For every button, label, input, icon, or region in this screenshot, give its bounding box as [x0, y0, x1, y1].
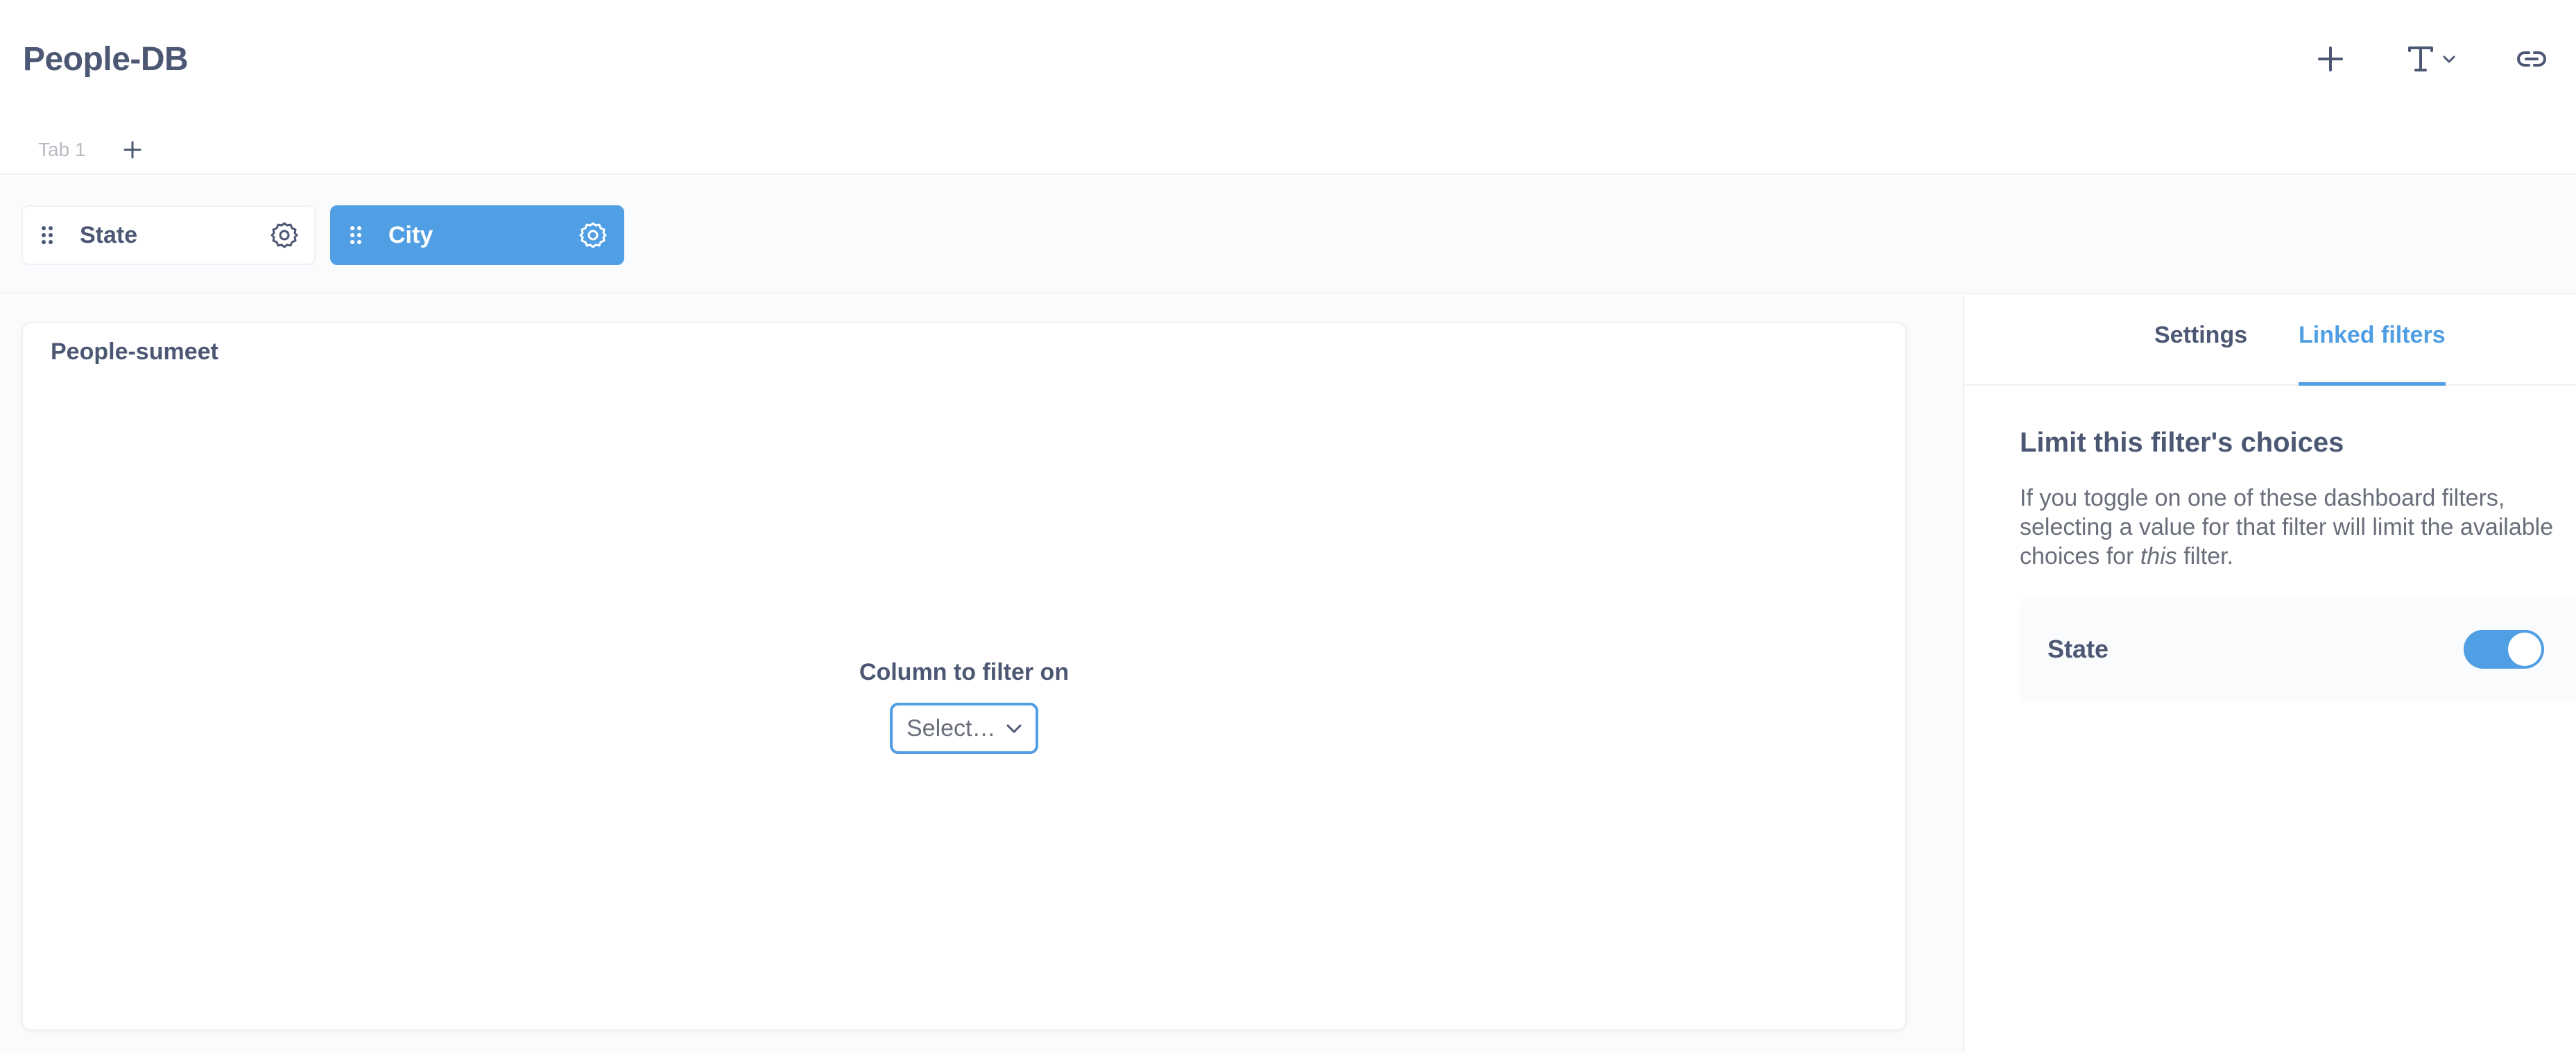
dashboard-grid: People-sumeet Column to filter on Select…	[0, 296, 1963, 1053]
add-text-button[interactable]	[2393, 37, 2469, 81]
plus-icon	[123, 141, 141, 159]
chevron-down-icon	[1006, 724, 1022, 733]
tab-settings[interactable]: Settings	[2154, 322, 2247, 386]
chevron-down-icon	[2443, 55, 2455, 63]
select-placeholder: Select…	[907, 714, 996, 742]
page-title[interactable]: People-DB	[23, 40, 189, 78]
linked-filter-toggle[interactable]	[2464, 630, 2544, 669]
linked-filter-item-state: State	[2020, 596, 2576, 703]
description-emphasis: this	[2140, 543, 2177, 570]
toolbar	[2303, 35, 2576, 83]
dashboard-header: People-DB Tab 1	[0, 0, 2576, 175]
add-link-button[interactable]	[2504, 37, 2559, 81]
sidebar-tabs: Settings Linked filters	[1964, 296, 2576, 386]
column-filter-label: Column to filter on	[859, 659, 1070, 685]
drag-handle-icon[interactable]	[37, 225, 58, 246]
gear-icon[interactable]	[268, 219, 300, 251]
description-text-end: filter.	[2176, 543, 2234, 570]
description-text: If you toggle on one of these dashboard …	[2020, 485, 2554, 570]
gear-icon[interactable]	[577, 219, 609, 251]
text-format-icon	[2408, 46, 2433, 71]
column-filter-mapping: Column to filter on Select…	[23, 659, 1905, 754]
filter-chip-label: City	[388, 221, 433, 248]
section-title: Limit this filter's choices	[2020, 427, 2344, 458]
section-description: If you toggle on one of these dashboard …	[2020, 483, 2575, 571]
add-question-button[interactable]	[2303, 37, 2358, 81]
plus-icon	[2318, 46, 2343, 71]
linked-filter-label: State	[2047, 635, 2109, 663]
column-select-dropdown[interactable]: Select…	[890, 703, 1038, 754]
drag-handle-icon[interactable]	[345, 225, 366, 246]
toggle-knob	[2508, 633, 2541, 666]
add-tab-button[interactable]	[115, 132, 150, 167]
card-title: People-sumeet	[51, 339, 218, 365]
filter-chip-city[interactable]: City	[330, 205, 624, 265]
filter-bar: State City	[0, 176, 2576, 294]
dashboard-tabs: Tab 1	[23, 125, 150, 175]
tab-linked-filters[interactable]: Linked filters	[2299, 322, 2446, 386]
linked-filters-panel: Limit this filter's choices If you toggl…	[2020, 427, 2576, 703]
filter-settings-sidebar: Settings Linked filters Limit this filte…	[1963, 296, 2576, 1053]
link-icon	[2517, 51, 2546, 67]
filter-chip-state[interactable]: State	[22, 205, 316, 265]
filter-chip-label: State	[80, 221, 138, 248]
tab-1[interactable]: Tab 1	[23, 125, 101, 175]
dashboard-card[interactable]: People-sumeet Column to filter on Select…	[22, 322, 1907, 1031]
